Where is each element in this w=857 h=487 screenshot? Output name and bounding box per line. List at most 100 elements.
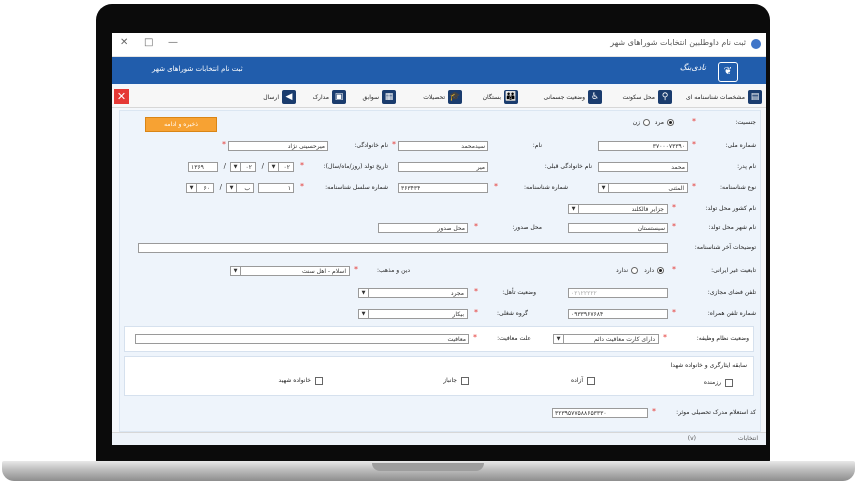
title-bar: ✕ □ — ثبت نام داوطلبین انتخابات شوراهای … <box>112 33 766 57</box>
marital-value: مجرد <box>450 290 464 297</box>
banner-title: ثبت نام انتخابات شوراهای شهر <box>152 65 243 73</box>
chevron-down-icon: ▼ <box>227 184 237 192</box>
first-name-input[interactable]: سیدمحمد <box>398 141 488 151</box>
first-name-label: نام: <box>532 142 542 149</box>
martyr-family-checkbox[interactable] <box>315 377 323 385</box>
chevron-down-icon: ▼ <box>187 184 197 192</box>
tab-send[interactable]: ◀ ارسال <box>263 89 296 105</box>
veteran-checkbox[interactable] <box>461 377 469 385</box>
edu-code-input[interactable]: ۳۲۳۹۵۷۷۵۸۸۶۵۳۳۳۰ <box>552 408 648 418</box>
birth-year-input[interactable]: ۱۳۶۹ <box>188 162 218 172</box>
tab-relatives[interactable]: 👪 بستگان <box>483 89 518 105</box>
birth-city-label: نام شهر محل تولد: <box>708 224 756 231</box>
foreign-nat-yes-radio[interactable] <box>657 267 664 274</box>
gender-label: جنسیت: <box>735 119 756 126</box>
minimize-button[interactable]: — <box>168 37 178 48</box>
gender-male-radio[interactable] <box>667 119 674 126</box>
tab-education[interactable]: 🎓 تحصیلات <box>423 89 462 105</box>
logo-text: نادی‌بنگ <box>679 63 706 72</box>
birth-day-select[interactable]: ۰۲ ▼ <box>268 162 294 172</box>
required-mark: * <box>692 182 696 191</box>
id-serial-letter-select[interactable]: ب ▼ <box>226 183 254 193</box>
required-mark: * <box>652 407 656 416</box>
id-serial-code-select[interactable]: ۶۰ ▼ <box>186 183 214 193</box>
required-mark: * <box>222 140 226 149</box>
send-icon: ◀ <box>282 90 296 104</box>
birth-country-label: نام کشور محل تولد: <box>705 205 756 212</box>
id-card-icon: ▤ <box>748 90 762 104</box>
tab-label: وضعیت جسمانی <box>543 93 585 101</box>
virtual-phone-input[interactable]: ۰۲۱۲۲۲۲۲ <box>568 288 668 298</box>
national-id-input[interactable]: ۳۷۰۰۰۷۳۳۹۰ <box>598 141 688 151</box>
birth-month-select[interactable]: ۰۲ ▼ <box>230 162 256 172</box>
tab-label: محل سکونت <box>622 93 655 101</box>
chevron-down-icon: ▼ <box>269 163 279 171</box>
id-serial-letter-value: ب <box>244 185 250 192</box>
issue-place-input[interactable]: محل صدور <box>378 223 468 233</box>
gender-female-radio[interactable] <box>643 119 650 126</box>
prev-last-name-input[interactable]: میر <box>398 162 488 172</box>
foreign-nat-no-label: ندارد <box>615 267 628 274</box>
window-title: ثبت نام داوطلبین انتخابات شوراهای شهر <box>610 38 746 47</box>
required-mark: * <box>354 265 358 274</box>
religion-label: دین و مذهب: <box>376 267 410 274</box>
required-mark: * <box>672 222 676 231</box>
records-icon: ▦ <box>382 90 396 104</box>
freed-label: آزاده <box>570 377 583 384</box>
exemption-label: علت معافیت: <box>497 335 531 342</box>
marital-select[interactable]: مجرد ▼ <box>358 288 468 298</box>
close-window-button[interactable]: ✕ <box>120 37 128 48</box>
job-group-select[interactable]: بیکار ▼ <box>358 309 468 319</box>
exemption-input[interactable]: معافیت <box>135 334 469 344</box>
job-group-label: گروه شغلی: <box>496 310 528 317</box>
warrior-checkbox[interactable] <box>725 379 733 387</box>
maximize-button[interactable]: □ <box>144 37 153 48</box>
religion-select[interactable]: اسلام - اهل سنت ▼ <box>230 266 350 276</box>
required-mark: * <box>474 308 478 317</box>
military-service-section: وضعیت نظام وظیفه: * دارای کارت معافیت دا… <box>124 326 754 352</box>
last-id-desc-input[interactable] <box>138 243 668 253</box>
id-number-input[interactable]: ۳۶۳۴۳۴ <box>398 183 488 193</box>
save-and-continue-button[interactable]: ذخیره و ادامه <box>145 117 217 132</box>
tab-bar: ✕ ▤ مشخصات شناسنامه ای ⚲ محل سکونت ♿ وضع… <box>112 87 766 108</box>
required-mark: * <box>300 161 304 170</box>
service-label: وضعیت نظام وظیفه: <box>696 335 749 342</box>
job-group-value: بیکار <box>452 311 464 318</box>
status-version: (v) <box>687 435 696 442</box>
birth-city-input[interactable]: سیستستان <box>568 223 668 233</box>
mobile-input[interactable]: ۰۹۳۳۹۶۷۶۸۴ <box>568 309 668 319</box>
veteran-label: جانباز <box>443 377 457 384</box>
app-window: ✕ □ — ثبت نام داوطلبین انتخابات شوراهای … <box>112 33 766 445</box>
tab-identity[interactable]: ▤ مشخصات شناسنامه ای <box>686 89 762 105</box>
last-name-input[interactable]: میرحسینی نژاد <box>228 141 328 151</box>
tab-label: ارسال <box>263 93 279 101</box>
father-name-input[interactable]: محمد <box>598 162 688 172</box>
person-icon: ♿ <box>588 90 602 104</box>
logo-emblem-icon: ❦ <box>718 62 738 82</box>
birth-month-value: ۰۲ <box>245 164 252 171</box>
birth-day-value: ۰۲ <box>283 164 290 171</box>
foreign-nat-no-radio[interactable] <box>631 267 638 274</box>
required-mark: * <box>392 140 396 149</box>
birth-country-select[interactable]: جزایر فالکلند ▼ <box>568 204 668 214</box>
required-mark: * <box>672 308 676 317</box>
chevron-down-icon: ▼ <box>599 184 609 192</box>
chevron-down-icon: ▼ <box>231 163 241 171</box>
warrior-label: رزمنده <box>703 379 721 386</box>
tab-residence[interactable]: ⚲ محل سکونت <box>622 89 672 105</box>
tab-documents[interactable]: ▣ مدارک <box>313 89 346 105</box>
id-type-select[interactable]: المثنی ▼ <box>598 183 688 193</box>
mobile-label: شماره تلفن همراه: <box>707 310 756 317</box>
freed-checkbox[interactable] <box>587 377 595 385</box>
id-serial-number-input[interactable]: ۱ <box>258 183 294 193</box>
marital-label: وضعیت تأهل: <box>502 289 536 296</box>
service-select[interactable]: دارای کارت معافیت دائم ▼ <box>553 334 659 344</box>
tab-records[interactable]: ▦ سوابق <box>363 89 396 105</box>
tab-physical[interactable]: ♿ وضعیت جسمانی <box>543 89 602 105</box>
required-mark: * <box>474 222 478 231</box>
close-form-icon[interactable]: ✕ <box>114 89 129 104</box>
family-icon: 👪 <box>504 90 518 104</box>
app-icon <box>751 39 761 49</box>
last-id-desc-label: توضیحات آخر شناسنامه: <box>694 244 756 251</box>
last-name-label: نام خانوادگی: <box>354 142 388 149</box>
